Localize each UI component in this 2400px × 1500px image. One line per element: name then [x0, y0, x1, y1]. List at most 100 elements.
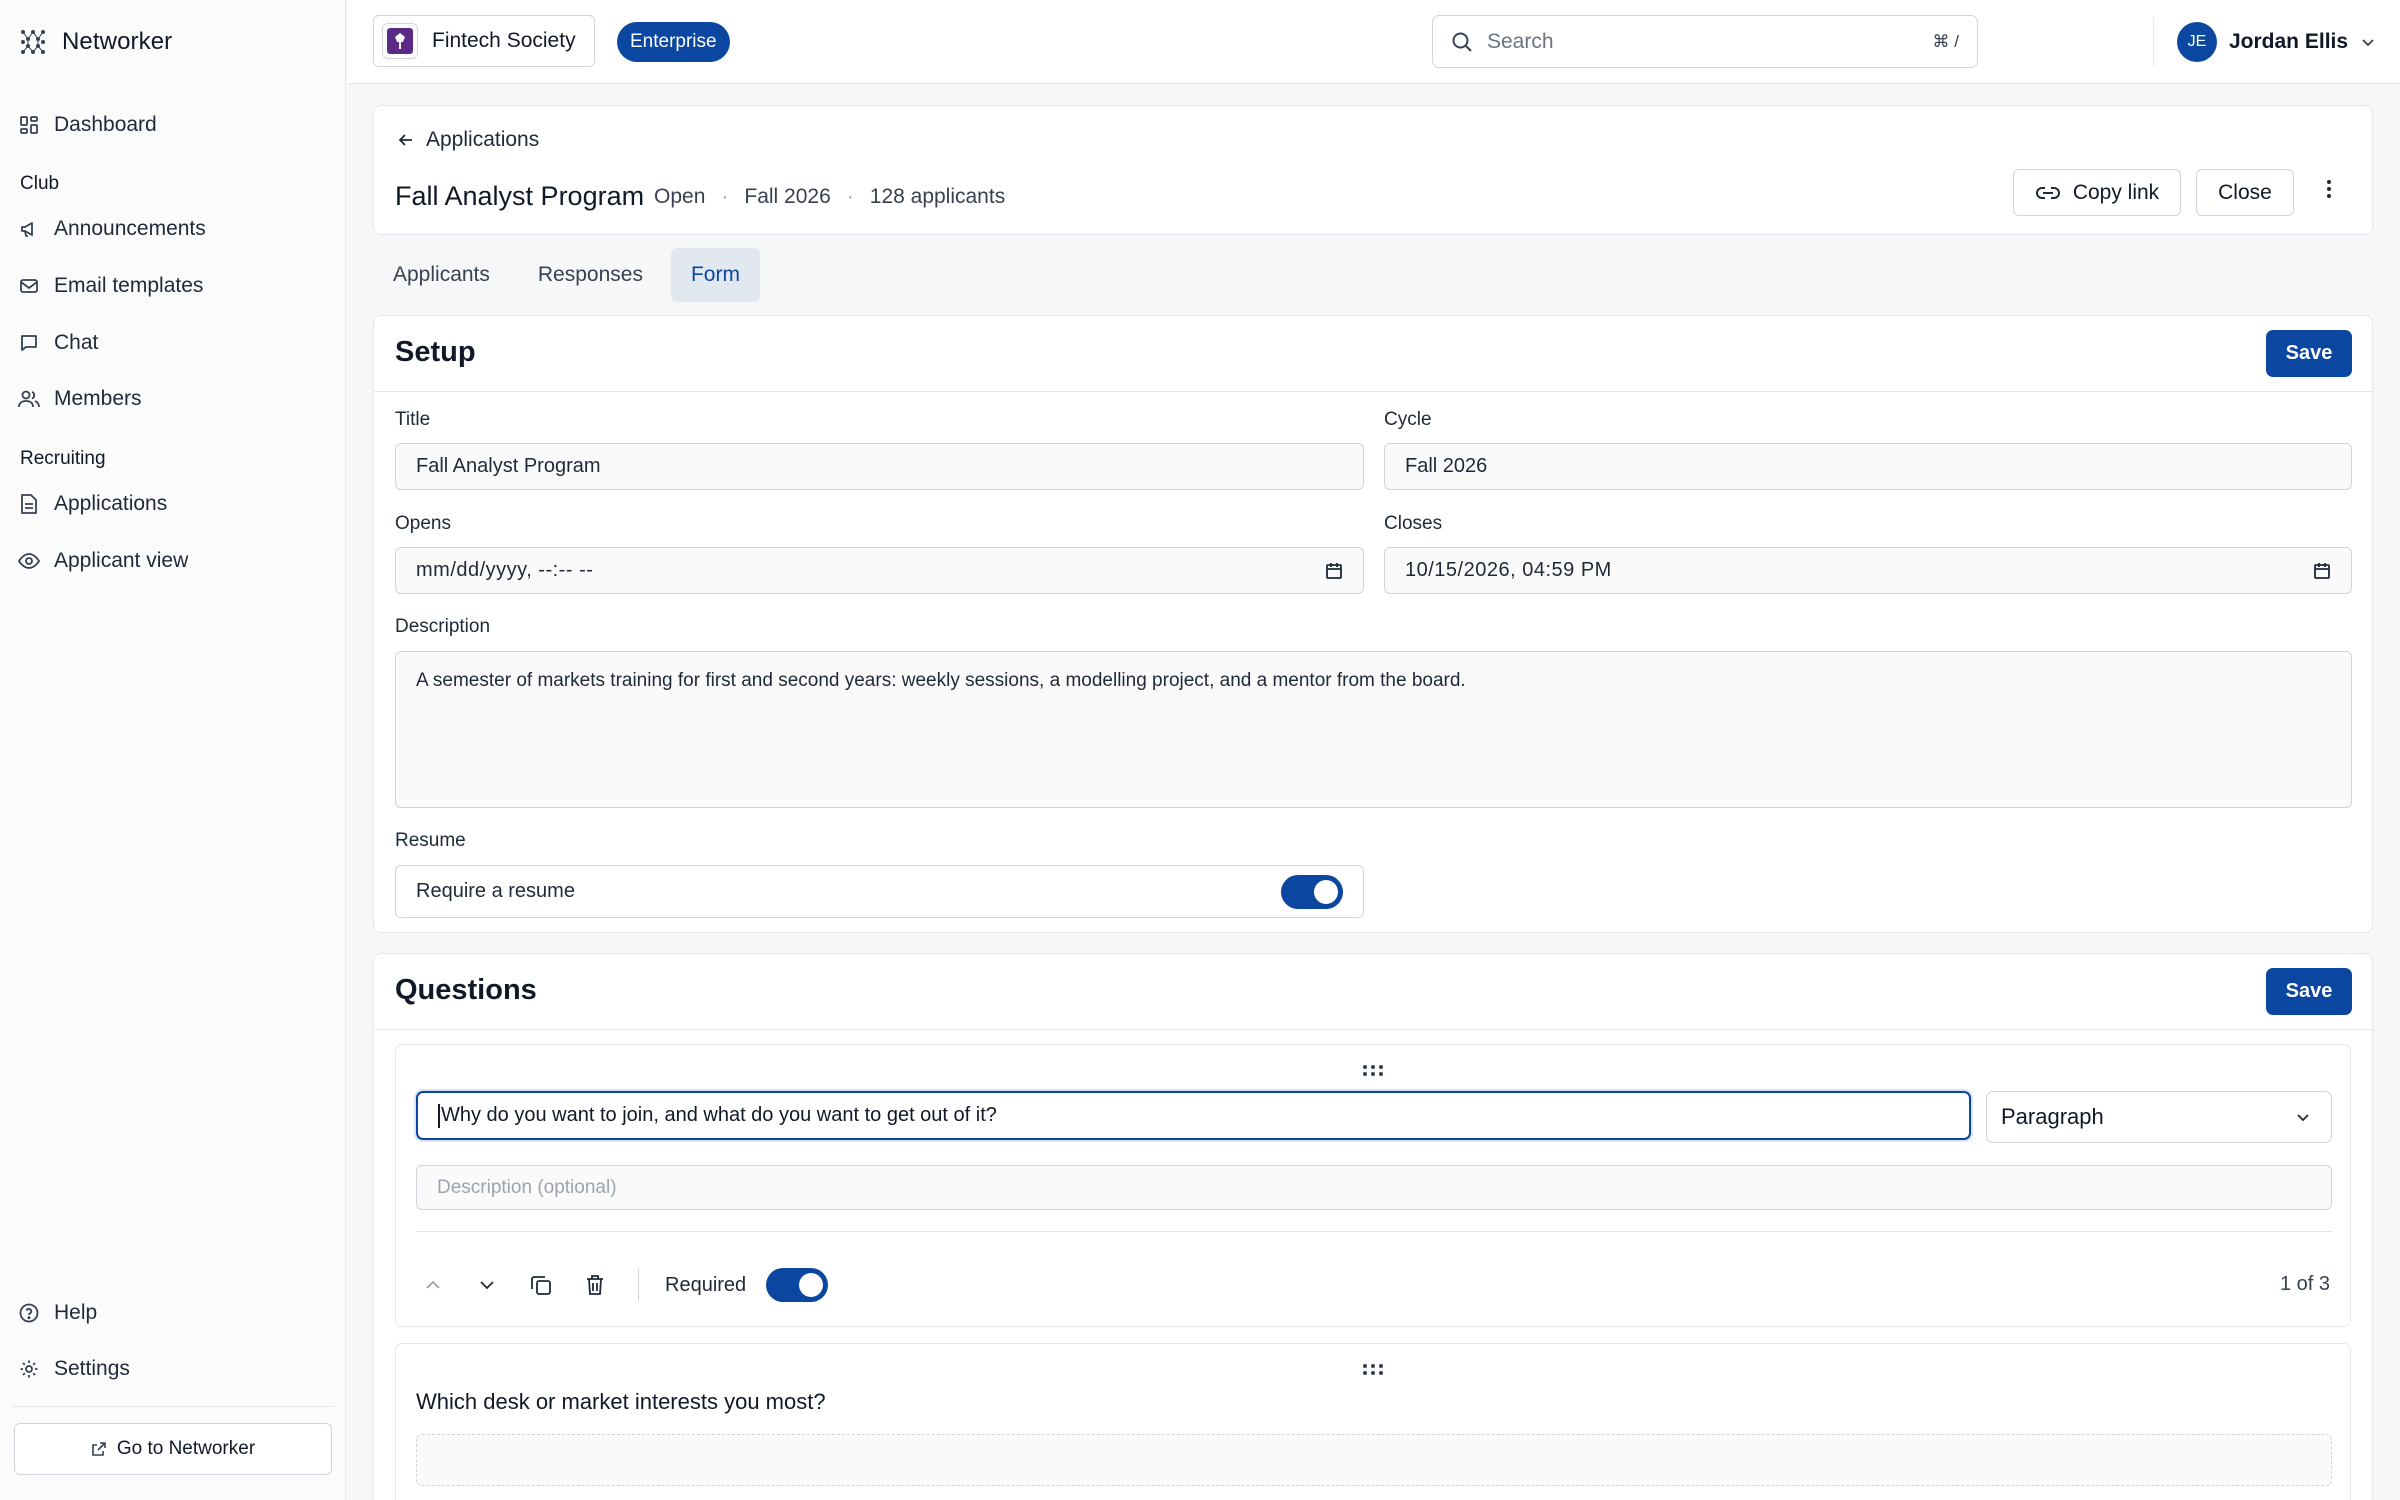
chevron-down-icon: [2360, 34, 2376, 50]
sidebar: Networker Dashboard Club Announcements E…: [0, 0, 346, 1500]
sidebar-item-settings[interactable]: Settings: [18, 1347, 130, 1391]
title-input[interactable]: Fall Analyst Program: [395, 443, 1364, 490]
question-prompt-text[interactable]: Which desk or market interests you most?: [416, 1389, 826, 1415]
question-prompt-input[interactable]: Why do you want to join, and what do you…: [416, 1091, 1971, 1140]
question-prompt-text: Why do you want to join, and what do you…: [441, 1104, 997, 1126]
sidebar-item-label: Applicant view: [54, 549, 189, 572]
avatar: JE: [2177, 22, 2217, 62]
gear-icon: [18, 1358, 40, 1380]
brand-name: Networker: [62, 28, 173, 55]
sidebar-item-label: Email templates: [54, 274, 204, 297]
text-caret: [438, 1103, 440, 1128]
users-icon: [18, 388, 40, 410]
questions-save-button[interactable]: Save: [2266, 968, 2352, 1015]
sidebar-item-label: Settings: [54, 1357, 130, 1380]
tab-responses[interactable]: Responses: [518, 248, 663, 302]
toolbar-divider: [638, 1269, 639, 1301]
calendar-icon[interactable]: [1325, 562, 1343, 580]
program-header: Applications Fall Analyst Program Open ·…: [373, 105, 2373, 235]
required-toggle[interactable]: [766, 1268, 829, 1302]
nav-section-club: Club: [20, 173, 60, 194]
require-resume-toggle[interactable]: [1281, 874, 1343, 909]
arrow-left-icon: [396, 130, 416, 150]
sidebar-divider: [12, 1406, 334, 1407]
move-down-icon[interactable]: [470, 1268, 504, 1302]
megaphone-icon: [18, 218, 40, 240]
title-label: Title: [395, 409, 431, 430]
drag-handle-icon[interactable]: [1363, 1364, 1383, 1375]
user-menu[interactable]: JE Jordan Ellis: [2177, 22, 2376, 62]
tab-applicants[interactable]: Applicants: [373, 248, 510, 302]
cycle-input[interactable]: Fall 2026: [1384, 443, 2352, 490]
closes-datetime-input[interactable]: 10/15/2026, 04:59 PM: [1384, 547, 2352, 594]
sidebar-item-dashboard[interactable]: Dashboard: [18, 103, 157, 147]
cycle-label: Cycle: [1384, 409, 1432, 430]
close-button[interactable]: Close: [2196, 169, 2294, 216]
search-placeholder: Search: [1487, 29, 1554, 53]
mail-icon: [18, 275, 40, 297]
question-divider: [416, 1231, 2332, 1232]
org-switcher[interactable]: Fintech Society: [373, 15, 595, 67]
opens-value: mm/dd/yyyy, --:-- --: [416, 559, 594, 581]
sidebar-item-label: Members: [54, 387, 142, 410]
brand[interactable]: Networker: [20, 24, 172, 60]
question-card: Which desk or market interests you most?: [395, 1343, 2351, 1500]
question-description-input[interactable]: Description (optional): [416, 1165, 2332, 1210]
topbar-divider: [2153, 18, 2154, 66]
setup-save-button[interactable]: Save: [2266, 330, 2352, 377]
description-textarea[interactable]: A semester of markets training for first…: [395, 651, 2352, 808]
sidebar-item-email-templates[interactable]: Email templates: [18, 264, 203, 308]
closes-value: 10/15/2026, 04:59 PM: [1405, 559, 1612, 581]
sidebar-item-applicant-view[interactable]: Applicant view: [18, 539, 188, 583]
description-label: Description: [395, 616, 491, 637]
copy-link-button[interactable]: Copy link: [2013, 169, 2181, 216]
questions-header: Questions Save: [374, 954, 2372, 1030]
program-meta: Open · Fall 2026 · 128 applicants: [654, 185, 1005, 209]
duplicate-icon[interactable]: [524, 1268, 558, 1302]
back-link-label: Applications: [426, 128, 540, 151]
sidebar-item-help[interactable]: Help: [18, 1291, 97, 1335]
search-shortcut: ⌘ /: [1932, 31, 1959, 51]
org-logo-icon: [382, 23, 418, 59]
setup-header: Setup Save: [374, 316, 2372, 392]
calendar-icon[interactable]: [2313, 562, 2331, 580]
required-label: Required: [665, 1273, 747, 1296]
nav-section-recruiting: Recruiting: [20, 448, 106, 469]
more-options-icon[interactable]: [2314, 169, 2344, 209]
status-text: Open: [654, 185, 706, 208]
org-name: Fintech Society: [432, 29, 576, 52]
setup-section: Setup Save Title Fall Analyst Program Cy…: [373, 315, 2373, 933]
separator-dot: ·: [721, 185, 729, 208]
trash-icon[interactable]: [578, 1268, 612, 1302]
sidebar-item-label: Announcements: [54, 217, 206, 240]
networker-logo-icon: [20, 29, 46, 55]
external-link-icon: [91, 1441, 107, 1457]
sidebar-item-label: Help: [54, 1301, 98, 1324]
back-to-applications-link[interactable]: Applications: [396, 128, 539, 152]
drag-handle-icon[interactable]: [1363, 1065, 1383, 1076]
question-card: Why do you want to join, and what do you…: [395, 1044, 2351, 1327]
sidebar-item-label: Dashboard: [54, 113, 157, 136]
opens-label: Opens: [395, 513, 451, 534]
tab-bar: Applicants Responses Form: [373, 248, 760, 302]
require-resume-row: Require a resume: [395, 865, 1364, 918]
eye-icon: [18, 550, 40, 572]
answer-preview-field: [416, 1434, 2332, 1486]
question-type-select[interactable]: Paragraph: [1986, 1091, 2332, 1143]
sidebar-item-chat[interactable]: Chat: [18, 321, 98, 365]
sidebar-item-applications[interactable]: Applications: [18, 482, 167, 526]
move-up-icon[interactable]: [416, 1268, 450, 1302]
go-to-networker-button[interactable]: Go to Networker: [14, 1423, 332, 1475]
sidebar-item-members[interactable]: Members: [18, 377, 142, 421]
help-icon: [18, 1302, 40, 1324]
dashboard-icon: [18, 114, 40, 136]
opens-datetime-input[interactable]: mm/dd/yyyy, --:-- --: [395, 547, 1364, 594]
closes-label: Closes: [1384, 513, 1443, 534]
sidebar-item-announcements[interactable]: Announcements: [18, 207, 206, 251]
require-resume-label: Require a resume: [416, 880, 575, 902]
tab-form[interactable]: Form: [670, 248, 760, 302]
search-icon: [1451, 31, 1473, 53]
search-input[interactable]: Search ⌘ /: [1432, 15, 1978, 68]
topbar: Fintech Society Enterprise Search ⌘ / JE…: [347, 0, 2400, 84]
plan-badge: Enterprise: [617, 22, 730, 62]
